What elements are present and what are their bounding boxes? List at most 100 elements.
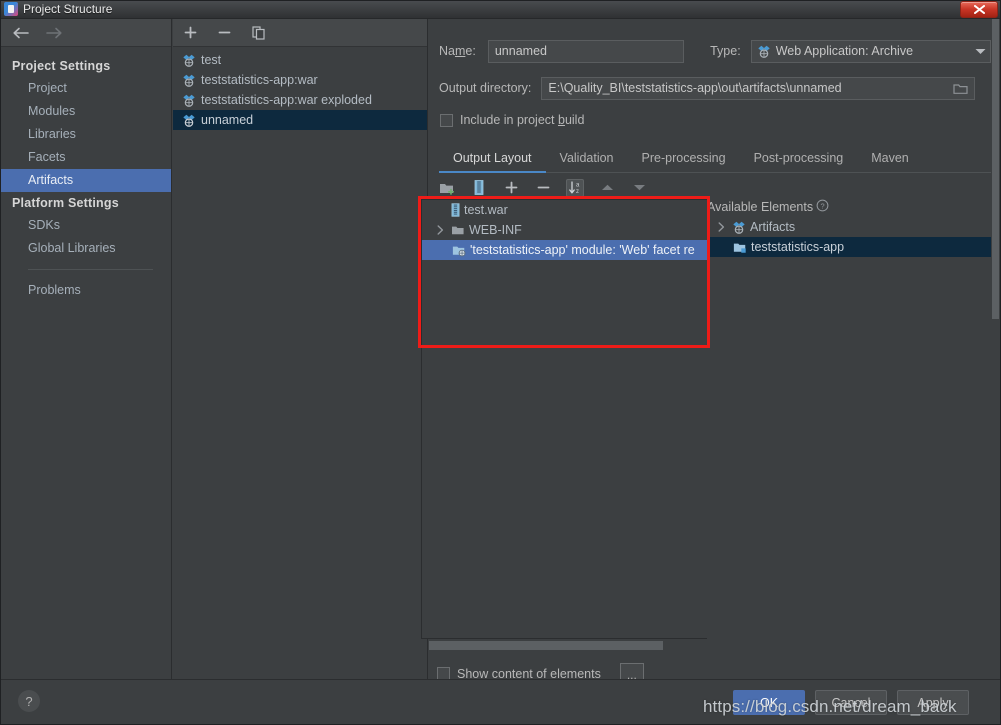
tree-row[interactable]: 'teststatistics-app' module: 'Web' facet… — [422, 240, 709, 260]
chevron-down-icon — [975, 44, 986, 58]
minus-icon — [537, 186, 549, 189]
help-circle-icon[interactable]: ? — [816, 199, 829, 215]
sidebar-item-artifacts[interactable]: Artifacts — [0, 169, 171, 192]
folder-icon — [452, 226, 464, 235]
output-layout-tree[interactable]: test.war WEB-INF 'teststatistics-app' mo… — [421, 199, 710, 639]
sidebar-item-modules[interactable]: Modules — [0, 100, 171, 123]
add-copy-of-button[interactable] — [502, 179, 520, 197]
editor-tabs-container: Output Layout Validation Pre-processing … — [439, 147, 991, 173]
artifact-icon — [183, 74, 195, 87]
available-elements-tree[interactable]: Artifacts teststatistics-app — [707, 217, 991, 639]
arrow-right-icon — [45, 27, 62, 38]
browse-folder-button[interactable] — [947, 82, 974, 95]
output-directory-value: E:\Quality_BI\teststatistics-app\out\art… — [548, 81, 842, 95]
output-tree-hscrollbar[interactable] — [429, 641, 709, 650]
tree-row-label: 'teststatistics-app' module: 'Web' facet… — [470, 243, 695, 257]
available-elements-label: Available Elements — [707, 200, 814, 214]
tree-row[interactable]: test.war — [422, 200, 709, 220]
vscrollbar-thumb[interactable] — [992, 19, 999, 319]
move-down-button[interactable] — [630, 179, 648, 197]
hscrollbar-thumb[interactable] — [429, 641, 663, 650]
sidebar-item-libraries[interactable]: Libraries — [0, 123, 171, 146]
sort-alphabetically-button[interactable]: a z — [566, 178, 584, 197]
window-title: Project Structure — [23, 2, 113, 16]
artifact-item-label: unnamed — [201, 113, 254, 127]
type-label: Type: — [710, 44, 741, 58]
move-up-button[interactable] — [598, 179, 616, 197]
sidebar-item-sdks[interactable]: SDKs — [0, 214, 171, 237]
svg-text:?: ? — [821, 201, 825, 210]
back-button[interactable] — [10, 24, 30, 42]
artifacts-list: test teststatistics-app:war teststatisti… — [173, 47, 427, 130]
tree-row[interactable]: WEB-INF — [422, 220, 709, 240]
folder-icon — [953, 83, 969, 94]
sidebar-item-problems[interactable]: Problems — [0, 279, 171, 302]
artifact-icon — [733, 221, 745, 234]
artifacts-pane: test teststatistics-app:war teststatisti… — [173, 19, 428, 679]
chevron-right-icon[interactable] — [434, 225, 447, 235]
artifact-icon — [758, 45, 770, 58]
chevron-down-icon — [633, 185, 645, 191]
tree-row[interactable]: Artifacts — [707, 217, 991, 237]
artifact-item-test[interactable]: test — [173, 50, 427, 70]
artifact-icon — [183, 114, 195, 127]
tab-validation[interactable]: Validation — [546, 151, 628, 173]
facet-icon — [452, 246, 466, 257]
chevron-right-icon[interactable] — [715, 222, 728, 232]
artifact-item-teststatistics-app-war-exploded[interactable]: teststatistics-app:war exploded — [173, 90, 427, 110]
artifacts-toolbar — [173, 19, 427, 47]
artifact-item-teststatistics-app-war[interactable]: teststatistics-app:war — [173, 70, 427, 90]
project-structure-dialog: Project Structure Project Settings Proje… — [0, 0, 1001, 725]
sidebar-item-project[interactable]: Project — [0, 77, 171, 100]
sidebar-item-global-libraries[interactable]: Global Libraries — [0, 237, 171, 260]
sidebar-item-facets[interactable]: Facets — [0, 146, 171, 169]
tab-maven[interactable]: Maven — [857, 151, 923, 173]
forward-button[interactable] — [44, 24, 64, 42]
close-button[interactable] — [960, 1, 998, 18]
help-button[interactable]: ? — [18, 690, 40, 712]
include-in-build-label: Include in project build — [460, 113, 585, 127]
tab-pre-processing[interactable]: Pre-processing — [628, 151, 740, 173]
remove-artifact-button[interactable] — [216, 24, 233, 41]
svg-text:z: z — [576, 189, 579, 195]
sidebar-group-platform-settings: Platform Settings — [12, 196, 119, 210]
close-icon — [973, 5, 985, 14]
intellij-logo-icon — [4, 2, 18, 16]
window-controls — [960, 1, 998, 18]
output-directory-field[interactable]: E:\Quality_BI\teststatistics-app\out\art… — [541, 76, 976, 100]
tab-output-layout[interactable]: Output Layout — [439, 151, 546, 173]
sidebar-group-project-settings: Project Settings — [12, 59, 111, 73]
artifact-type-value: Web Application: Archive — [775, 44, 914, 58]
watermark-text: https://blog.csdn.net/dream_back — [703, 697, 957, 716]
tree-row-label: WEB-INF — [469, 223, 522, 237]
archive-icon — [451, 203, 460, 217]
tree-row-label: teststatistics-app — [751, 240, 845, 254]
folder-add-icon — [440, 183, 454, 195]
create-archive-button[interactable] — [470, 179, 488, 197]
copy-icon — [251, 25, 265, 40]
module-icon — [733, 243, 746, 253]
sort-az-icon: a z — [568, 181, 580, 195]
artifact-item-unnamed[interactable]: unnamed — [173, 110, 427, 130]
name-label: Name: — [439, 44, 476, 58]
include-in-build-checkbox[interactable] — [440, 113, 453, 127]
artifact-item-label: test — [201, 53, 222, 67]
minus-icon — [218, 31, 231, 34]
tree-row-label: Artifacts — [750, 220, 796, 234]
add-artifact-button[interactable] — [182, 24, 199, 41]
artifact-name-input[interactable]: unnamed — [487, 39, 685, 63]
sidebar-list: Project Settings Project Modules Librari… — [0, 47, 171, 302]
tree-row[interactable]: teststatistics-app — [707, 237, 991, 257]
tab-post-processing[interactable]: Post-processing — [740, 151, 858, 173]
artifact-item-label: teststatistics-app:war — [201, 73, 318, 87]
artifact-type-combo[interactable]: Web Application: Archive — [750, 39, 991, 63]
dialog-vscrollbar[interactable] — [991, 19, 1000, 679]
arrow-left-icon — [12, 27, 29, 38]
remove-element-button[interactable] — [534, 179, 552, 197]
include-in-build-row[interactable]: Include in project build — [440, 113, 584, 127]
artifact-icon — [183, 54, 195, 67]
artifact-item-label: teststatistics-app:war exploded — [201, 93, 372, 107]
copy-artifact-button[interactable] — [250, 24, 267, 41]
artifact-icon — [183, 94, 195, 107]
create-directory-button[interactable] — [438, 179, 456, 197]
